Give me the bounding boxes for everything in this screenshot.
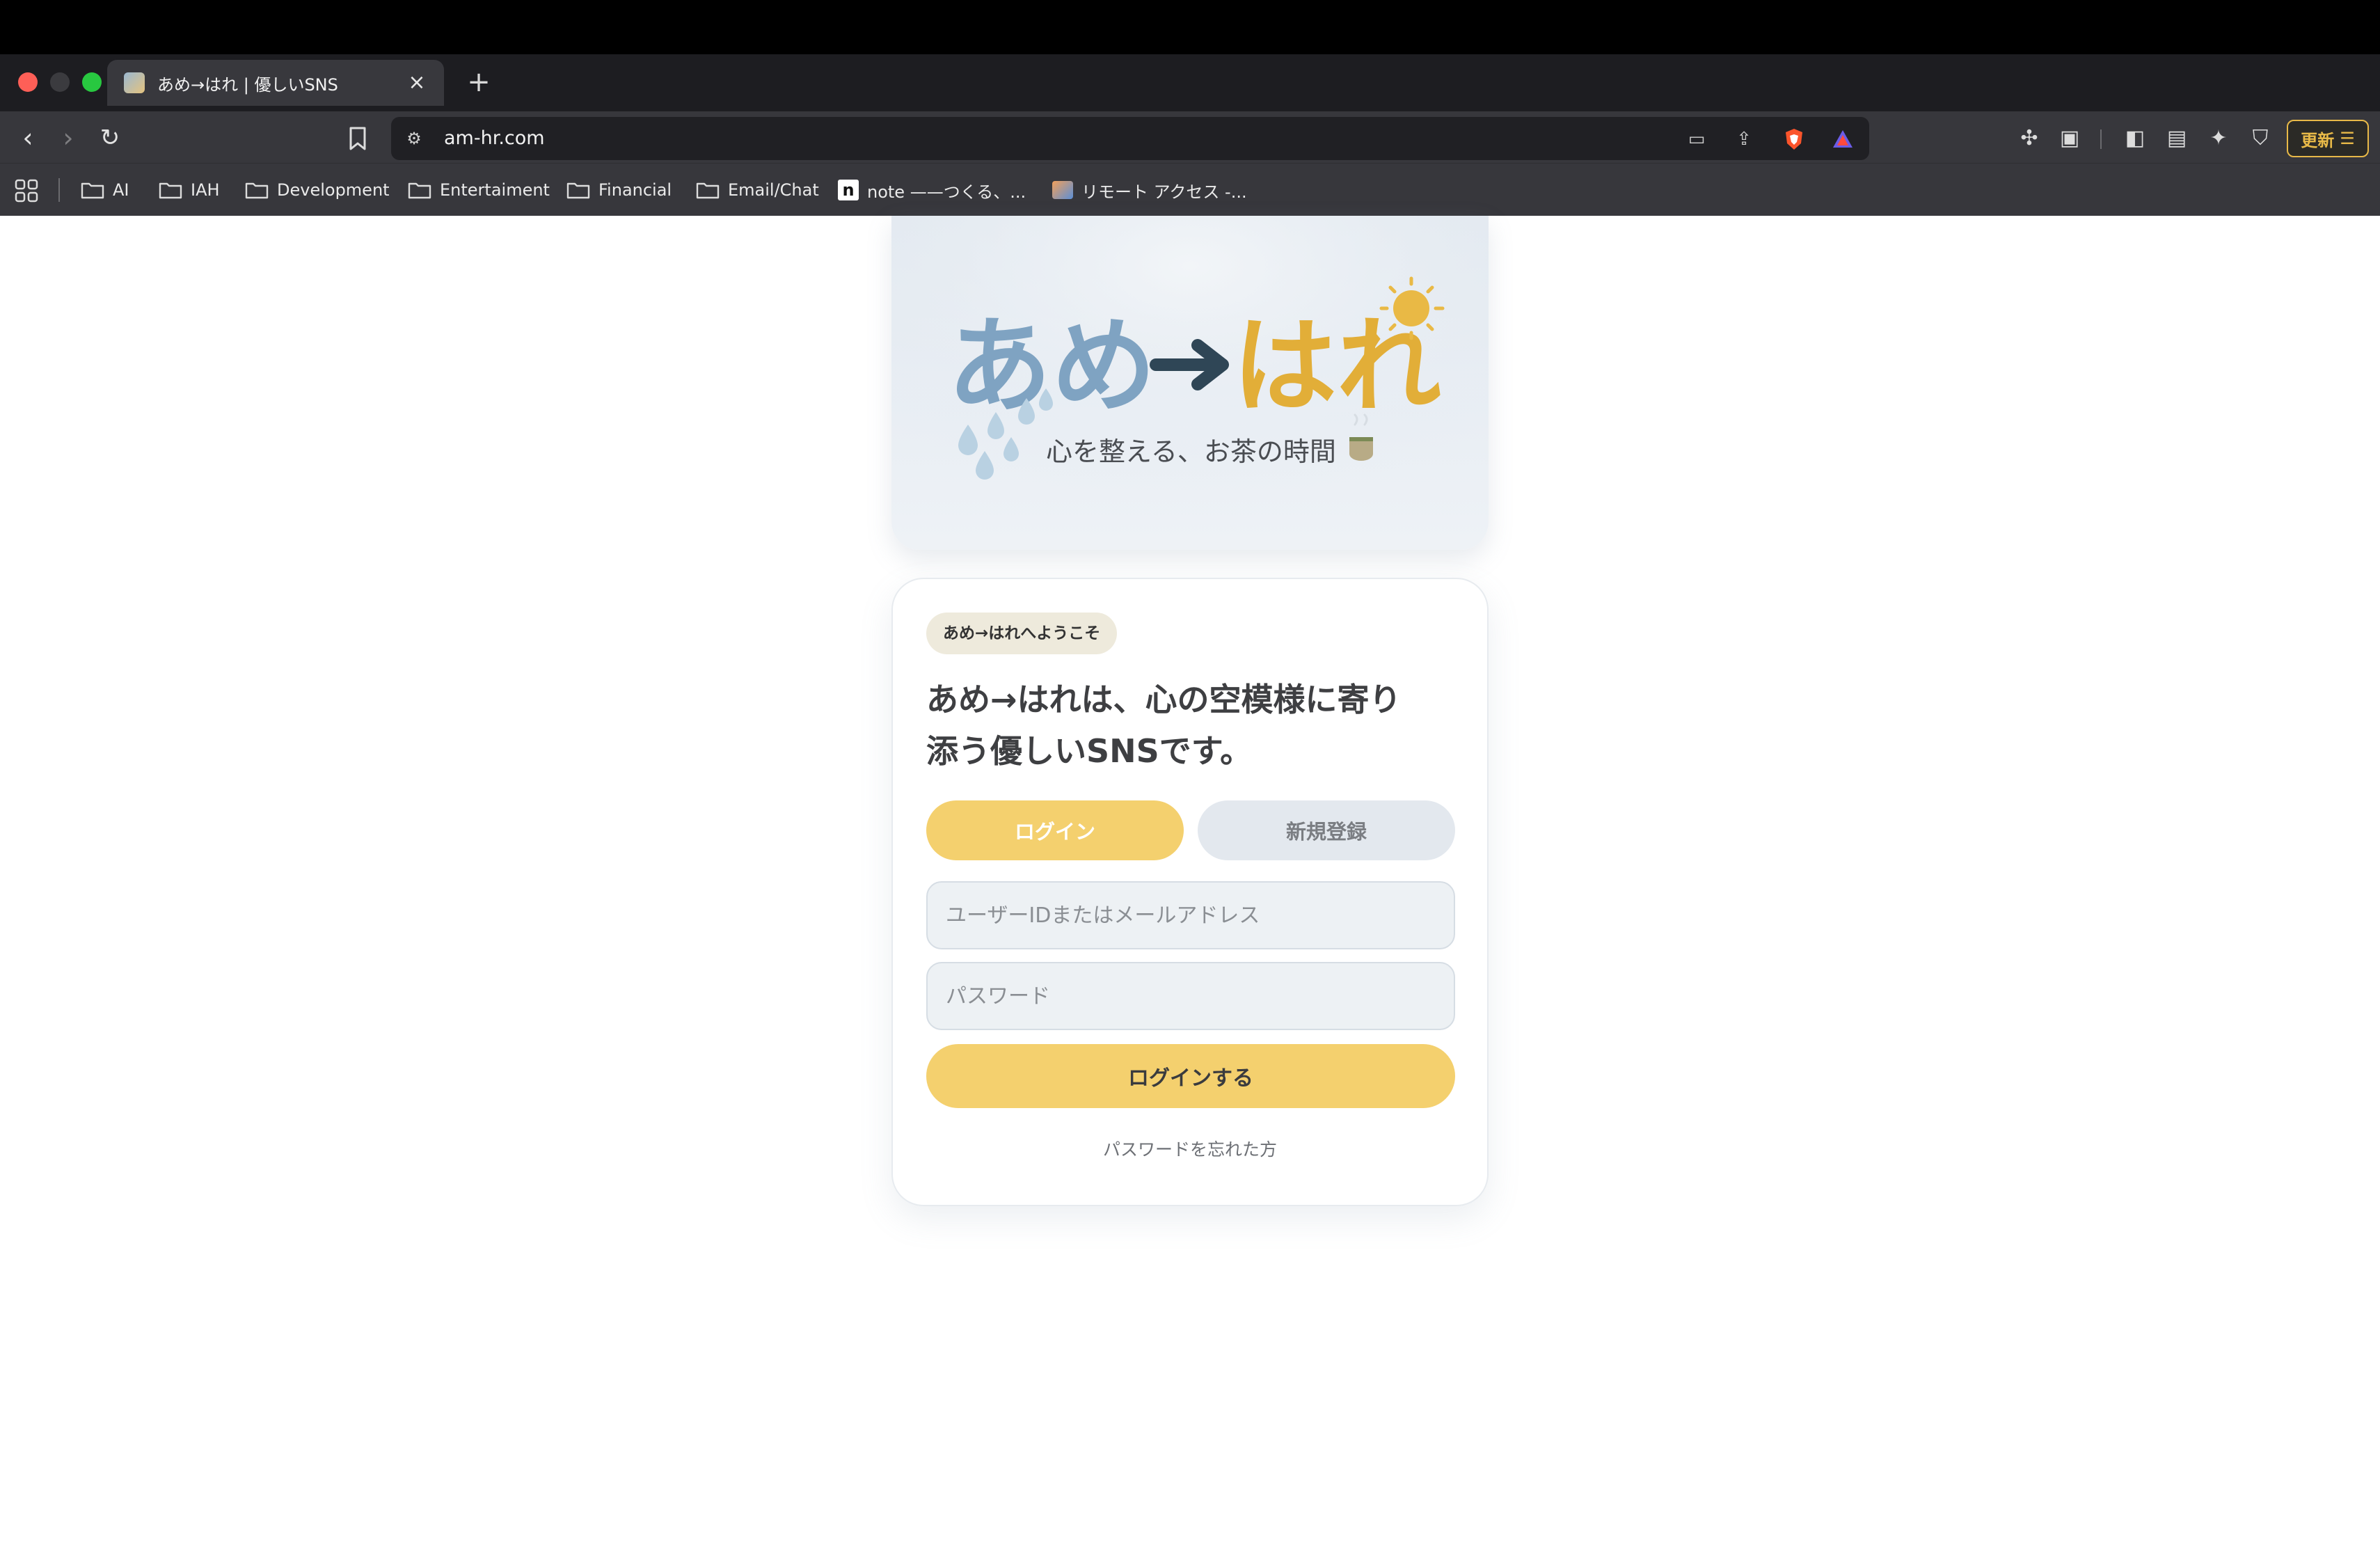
bookmark-folder-entertaiment[interactable]: Entertaiment [408,175,550,205]
bookmarks-divider [58,178,60,202]
system-top-strip [0,0,2380,54]
update-button[interactable]: 更新 ☰ [2287,120,2369,157]
login-card: あめ→はれへようこそ あめ→はれは、心の空模様に寄り 添う優しいSNSです。 ロ… [891,578,1489,1206]
logo-text-ame: あめ [947,306,1156,427]
bookmark-label: Development [277,180,390,200]
menu-hamburger-icon: ☰ [2340,129,2355,148]
update-label: 更新 [2301,130,2335,150]
forgot-password-link[interactable]: パスワードを忘れた方 [893,1136,1487,1161]
password-input[interactable] [926,962,1455,1030]
reload-icon[interactable]: ↻ [95,123,125,153]
cast-icon[interactable]: ▭ [1684,127,1709,152]
browser-tab-active[interactable]: あめ→はれ | 優しいSNS × [107,60,444,106]
leo-ai-icon[interactable]: ✦ [2203,124,2234,153]
note-logo-icon: n [838,180,859,200]
window-zoom-button[interactable] [82,72,102,92]
tab-favicon-icon [124,72,145,93]
folder-icon [81,182,104,199]
bookmark-folder-email-chat[interactable]: Email/Chat [696,175,819,205]
new-tab-plus-icon[interactable]: + [462,65,495,99]
folder-icon [245,182,269,199]
hero-tagline: 心を整える、お茶の時間 [1046,436,1336,467]
bookmark-remote-access[interactable]: リモート アクセス -... [1052,175,1247,205]
bookmark-note[interactable]: n note ——つくる、... [838,175,1026,205]
sidebar-icon[interactable]: ◧ [2120,124,2150,153]
folder-icon [566,182,590,199]
bookmark-folder-development[interactable]: Development [245,175,390,205]
brave-rewards-icon[interactable] [1830,127,1855,152]
bookmark-label: IAH [191,180,220,200]
remote-access-logo-icon [1052,181,1073,199]
wallet-icon[interactable]: ▤ [2161,124,2192,153]
apps-grid-icon[interactable] [14,178,39,203]
address-bar[interactable]: ⚙ am-hr.com ▭ ⇪ [391,117,1869,160]
bookmark-label: AI [113,180,129,200]
bookmark-icon[interactable] [344,124,372,153]
vpn-shield-icon[interactable]: ⛉ [2245,124,2276,153]
toolbar-separator [2100,129,2102,149]
window-minimize-button[interactable] [50,72,70,92]
folder-icon [159,182,182,199]
bookmark-folder-ai[interactable]: AI [81,175,129,205]
bookmark-folder-iah[interactable]: IAH [159,175,220,205]
bookmark-label: Email/Chat [728,180,819,200]
tab-close-icon[interactable]: × [406,72,427,93]
bookmark-label: リモート アクセス -... [1081,182,1247,202]
login-submit-button[interactable]: ログインする [926,1044,1455,1108]
hero-logo-illustration: あめ はれ 心を整える、お茶の時間 [891,216,1489,550]
back-arrow-icon[interactable]: ‹ [13,123,43,153]
extensions-puzzle-icon[interactable]: ✣ [2014,124,2045,153]
url-text: am-hr.com [444,127,545,149]
bookmark-label: Entertaiment [440,180,550,200]
signup-tab[interactable]: 新規登録 [1198,800,1455,860]
window-close-button[interactable] [18,72,38,92]
bookmark-folder-financial[interactable]: Financial [566,175,672,205]
reader-mode-icon[interactable]: ▣ [2054,124,2085,153]
hero-banner: あめ はれ 心を整える、お茶の時間 [891,216,1489,550]
intro-heading-line2: 添う優しいSNSです。 [926,732,1253,770]
login-tab[interactable]: ログイン [926,800,1184,860]
user-id-email-input[interactable] [926,881,1455,949]
folder-icon [696,182,720,199]
welcome-badge: あめ→はれへようこそ [926,613,1118,654]
site-settings-icon[interactable]: ⚙ [402,127,426,150]
bookmark-label: note ——つくる、... [867,182,1026,202]
intro-heading-line1: あめ→はれは、心の空模様に寄り [926,681,1402,718]
forward-arrow-icon[interactable]: › [53,123,84,153]
folder-icon [408,182,431,199]
brave-shields-icon[interactable] [1782,127,1807,152]
share-icon[interactable]: ⇪ [1731,127,1756,152]
tab-title: あめ→はれ | 優しいSNS [157,74,338,95]
intro-heading: あめ→はれは、心の空模様に寄り 添う優しいSNSです。 [926,674,1462,777]
bookmark-label: Financial [598,180,672,200]
